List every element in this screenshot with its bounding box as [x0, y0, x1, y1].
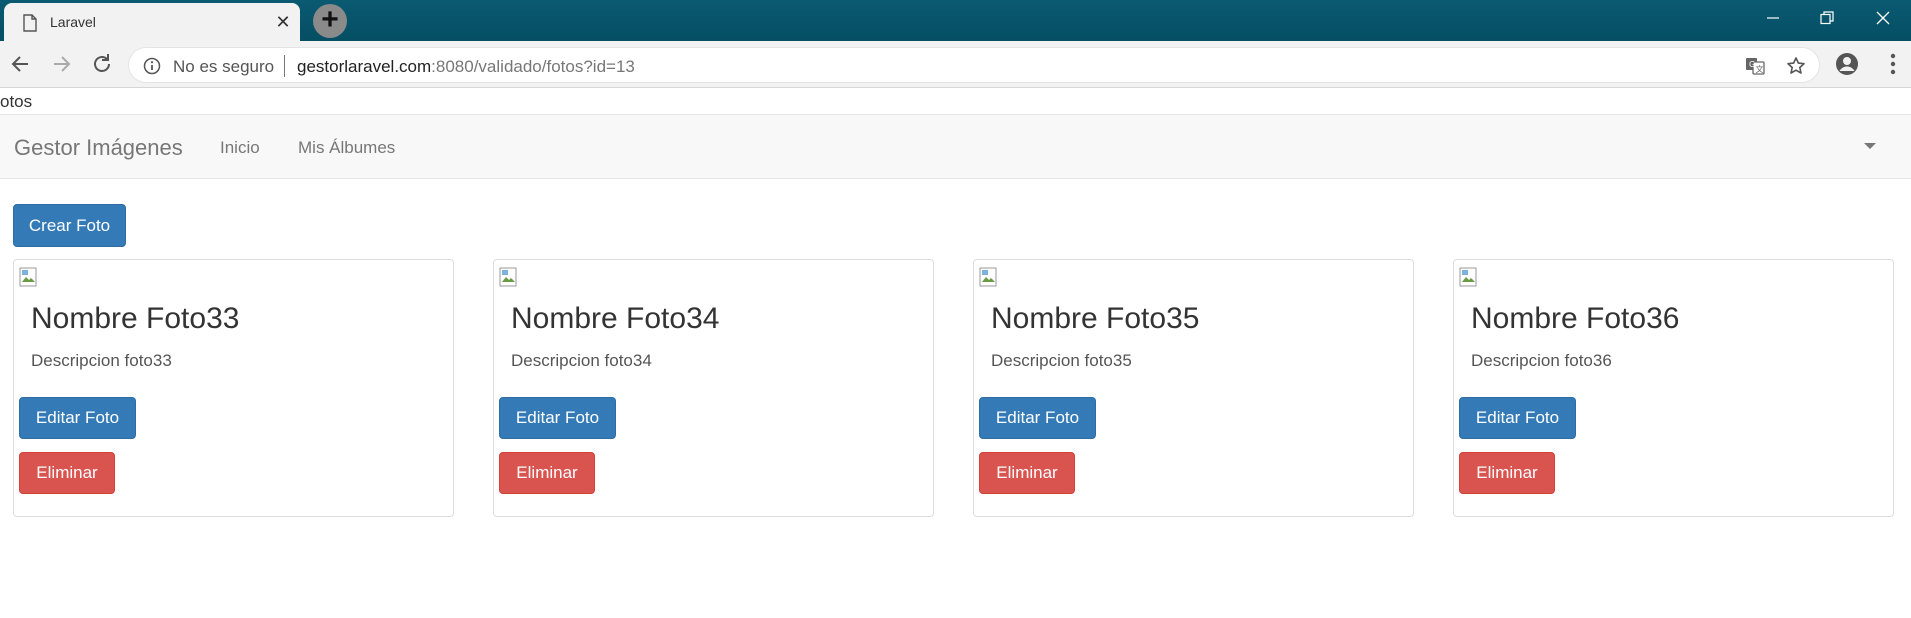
- new-tab-button[interactable]: +: [313, 4, 347, 38]
- photo-title: Nombre Foto35: [991, 302, 1200, 335]
- navbar-brand[interactable]: Gestor Imágenes: [14, 135, 183, 161]
- photo-title: Nombre Foto34: [511, 302, 720, 335]
- restore-icon[interactable]: [1812, 6, 1842, 32]
- broken-image-icon: [1459, 267, 1477, 287]
- document-icon: [23, 14, 37, 32]
- address-bar[interactable]: No es seguro gestorlaravel.com:8080/vali…: [128, 47, 1820, 83]
- app-navbar: Gestor Imágenes Inicio Mis Álbumes: [0, 114, 1911, 179]
- minimize-icon[interactable]: [1758, 6, 1788, 32]
- info-icon[interactable]: [143, 57, 161, 75]
- photo-title: Nombre Foto36: [1471, 302, 1680, 335]
- photo-description: Descripcion foto33: [31, 351, 172, 370]
- edit-photo-button[interactable]: Editar Foto: [1459, 397, 1576, 439]
- browser-tab[interactable]: Laravel ✕: [4, 3, 300, 41]
- edit-photo-button[interactable]: Editar Foto: [979, 397, 1096, 439]
- broken-image-icon: [979, 267, 997, 287]
- reload-icon[interactable]: [89, 51, 115, 77]
- photo-card: Nombre Foto33 Descripcion foto33 Editar …: [13, 259, 454, 517]
- photo-description: Descripcion foto34: [511, 351, 652, 370]
- delete-photo-button[interactable]: Eliminar: [1459, 452, 1555, 494]
- create-photo-button[interactable]: Crear Foto: [13, 204, 126, 247]
- profile-avatar-icon[interactable]: [1834, 51, 1860, 77]
- menu-dots-icon[interactable]: [1880, 51, 1906, 77]
- photo-card: Nombre Foto36 Descripcion foto36 Editar …: [1453, 259, 1894, 517]
- page-title-stub: otos: [0, 92, 33, 111]
- broken-image-icon: [19, 267, 37, 287]
- delete-photo-button[interactable]: Eliminar: [19, 452, 115, 494]
- photo-card: Nombre Foto35 Descripcion foto35 Editar …: [973, 259, 1414, 517]
- photo-grid: Nombre Foto33 Descripcion foto33 Editar …: [13, 259, 1895, 517]
- photo-description: Descripcion foto36: [1471, 351, 1612, 370]
- browser-titlebar: Laravel ✕ +: [0, 0, 1911, 41]
- back-arrow-icon[interactable]: [8, 51, 34, 77]
- delete-photo-button[interactable]: Eliminar: [499, 452, 595, 494]
- photo-title: Nombre Foto33: [31, 302, 240, 335]
- forward-arrow-icon[interactable]: [48, 51, 74, 77]
- tab-title: Laravel: [50, 14, 96, 30]
- close-window-icon[interactable]: [1868, 6, 1898, 32]
- edit-photo-button[interactable]: Editar Foto: [499, 397, 616, 439]
- star-icon[interactable]: [1786, 56, 1806, 76]
- security-label: No es seguro: [173, 57, 275, 76]
- nav-link-inicio[interactable]: Inicio: [220, 138, 260, 158]
- translate-icon[interactable]: G 文: [1745, 56, 1765, 76]
- close-tab-icon[interactable]: ✕: [274, 13, 292, 31]
- broken-image-icon: [499, 267, 517, 287]
- url-separator: [284, 55, 285, 77]
- delete-photo-button[interactable]: Eliminar: [979, 452, 1075, 494]
- browser-toolbar: No es seguro gestorlaravel.com:8080/vali…: [0, 41, 1911, 88]
- edit-photo-button[interactable]: Editar Foto: [19, 397, 136, 439]
- svg-text:文: 文: [1756, 64, 1764, 74]
- photo-description: Descripcion foto35: [991, 351, 1132, 370]
- url-host: gestorlaravel.com: [297, 57, 432, 76]
- photo-card: Nombre Foto34 Descripcion foto34 Editar …: [493, 259, 934, 517]
- nav-link-mis-albumes[interactable]: Mis Álbumes: [298, 138, 395, 158]
- svg-text:G: G: [1749, 60, 1755, 69]
- url-text[interactable]: gestorlaravel.com:8080/validado/fotos?id…: [297, 57, 635, 77]
- caret-down-icon[interactable]: [1864, 143, 1876, 149]
- url-path: :8080/validado/fotos?id=13: [431, 57, 635, 76]
